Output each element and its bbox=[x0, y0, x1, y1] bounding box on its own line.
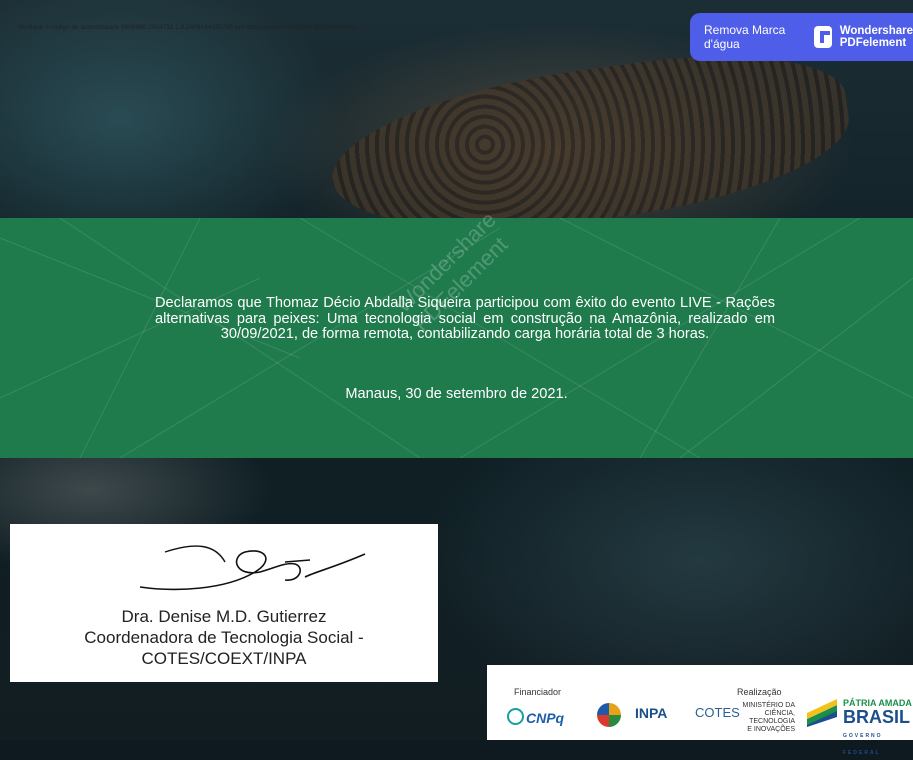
cnpq-text: CNPq bbox=[526, 710, 565, 726]
handwritten-signature bbox=[139, 545, 366, 591]
watermark-brand-line1: Wondershare bbox=[839, 25, 913, 37]
brasil-line3: GOVERNO FEDERAL bbox=[843, 733, 883, 756]
cnpq-logo: CNPq bbox=[507, 708, 564, 726]
signatory-role-line1: Coordenadora de Tecnologia Social - bbox=[84, 628, 364, 647]
remove-watermark-banner[interactable]: Remova Marca d'água Wondershare PDFeleme… bbox=[690, 13, 913, 61]
brasil-line2: BRASIL bbox=[843, 707, 910, 727]
inpa-logo: INPA bbox=[635, 705, 668, 721]
place-date: Manaus, 30 de setembro de 2021. bbox=[345, 386, 568, 402]
seal-logo-icon bbox=[597, 703, 621, 727]
pdfelement-logo-icon bbox=[813, 26, 832, 48]
signature-box: Dra. Denise M.D. Gutierrez Coordenadora … bbox=[10, 524, 438, 682]
watermark-brand-line2: PDFelement bbox=[839, 37, 907, 49]
signatory-role-line2: COTES/COEXT/INPA bbox=[141, 649, 307, 668]
patria-amada-brasil-logo: PÁTRIA AMADA BRASIL GOVERNO FEDERAL bbox=[843, 695, 913, 760]
brazil-flag-icon bbox=[807, 699, 837, 727]
mcti-line3: E INOVAÇÕES bbox=[747, 726, 795, 733]
mcti-logo: MINISTÉRIO DA CIÊNCIA, TECNOLOGIA E INOV… bbox=[735, 702, 795, 734]
financiador-label: Financiador bbox=[514, 687, 562, 697]
signatory-block: Dra. Denise M.D. Gutierrez Coordenadora … bbox=[10, 606, 438, 669]
declaration-text: Declaramos que Thomaz Décio Abdalla Siqu… bbox=[155, 295, 775, 342]
verification-note: Verifique o código de autenticidade 6808… bbox=[18, 24, 358, 31]
cotes-logo: COTES bbox=[695, 705, 740, 720]
cnpq-icon bbox=[507, 708, 524, 725]
watermark-brand: Wondershare PDFelement bbox=[840, 25, 913, 49]
realizacao-label: Realização bbox=[737, 687, 782, 697]
remove-watermark-label[interactable]: Remova Marca d'água bbox=[704, 23, 802, 51]
mcti-line1: MINISTÉRIO DA bbox=[742, 702, 795, 709]
signatory-name: Dra. Denise M.D. Gutierrez bbox=[121, 607, 327, 626]
mcti-line2: CIÊNCIA, TECNOLOGIA bbox=[749, 710, 795, 725]
logos-strip: Financiador Realização CNPq INPA COTES M… bbox=[487, 665, 913, 756]
